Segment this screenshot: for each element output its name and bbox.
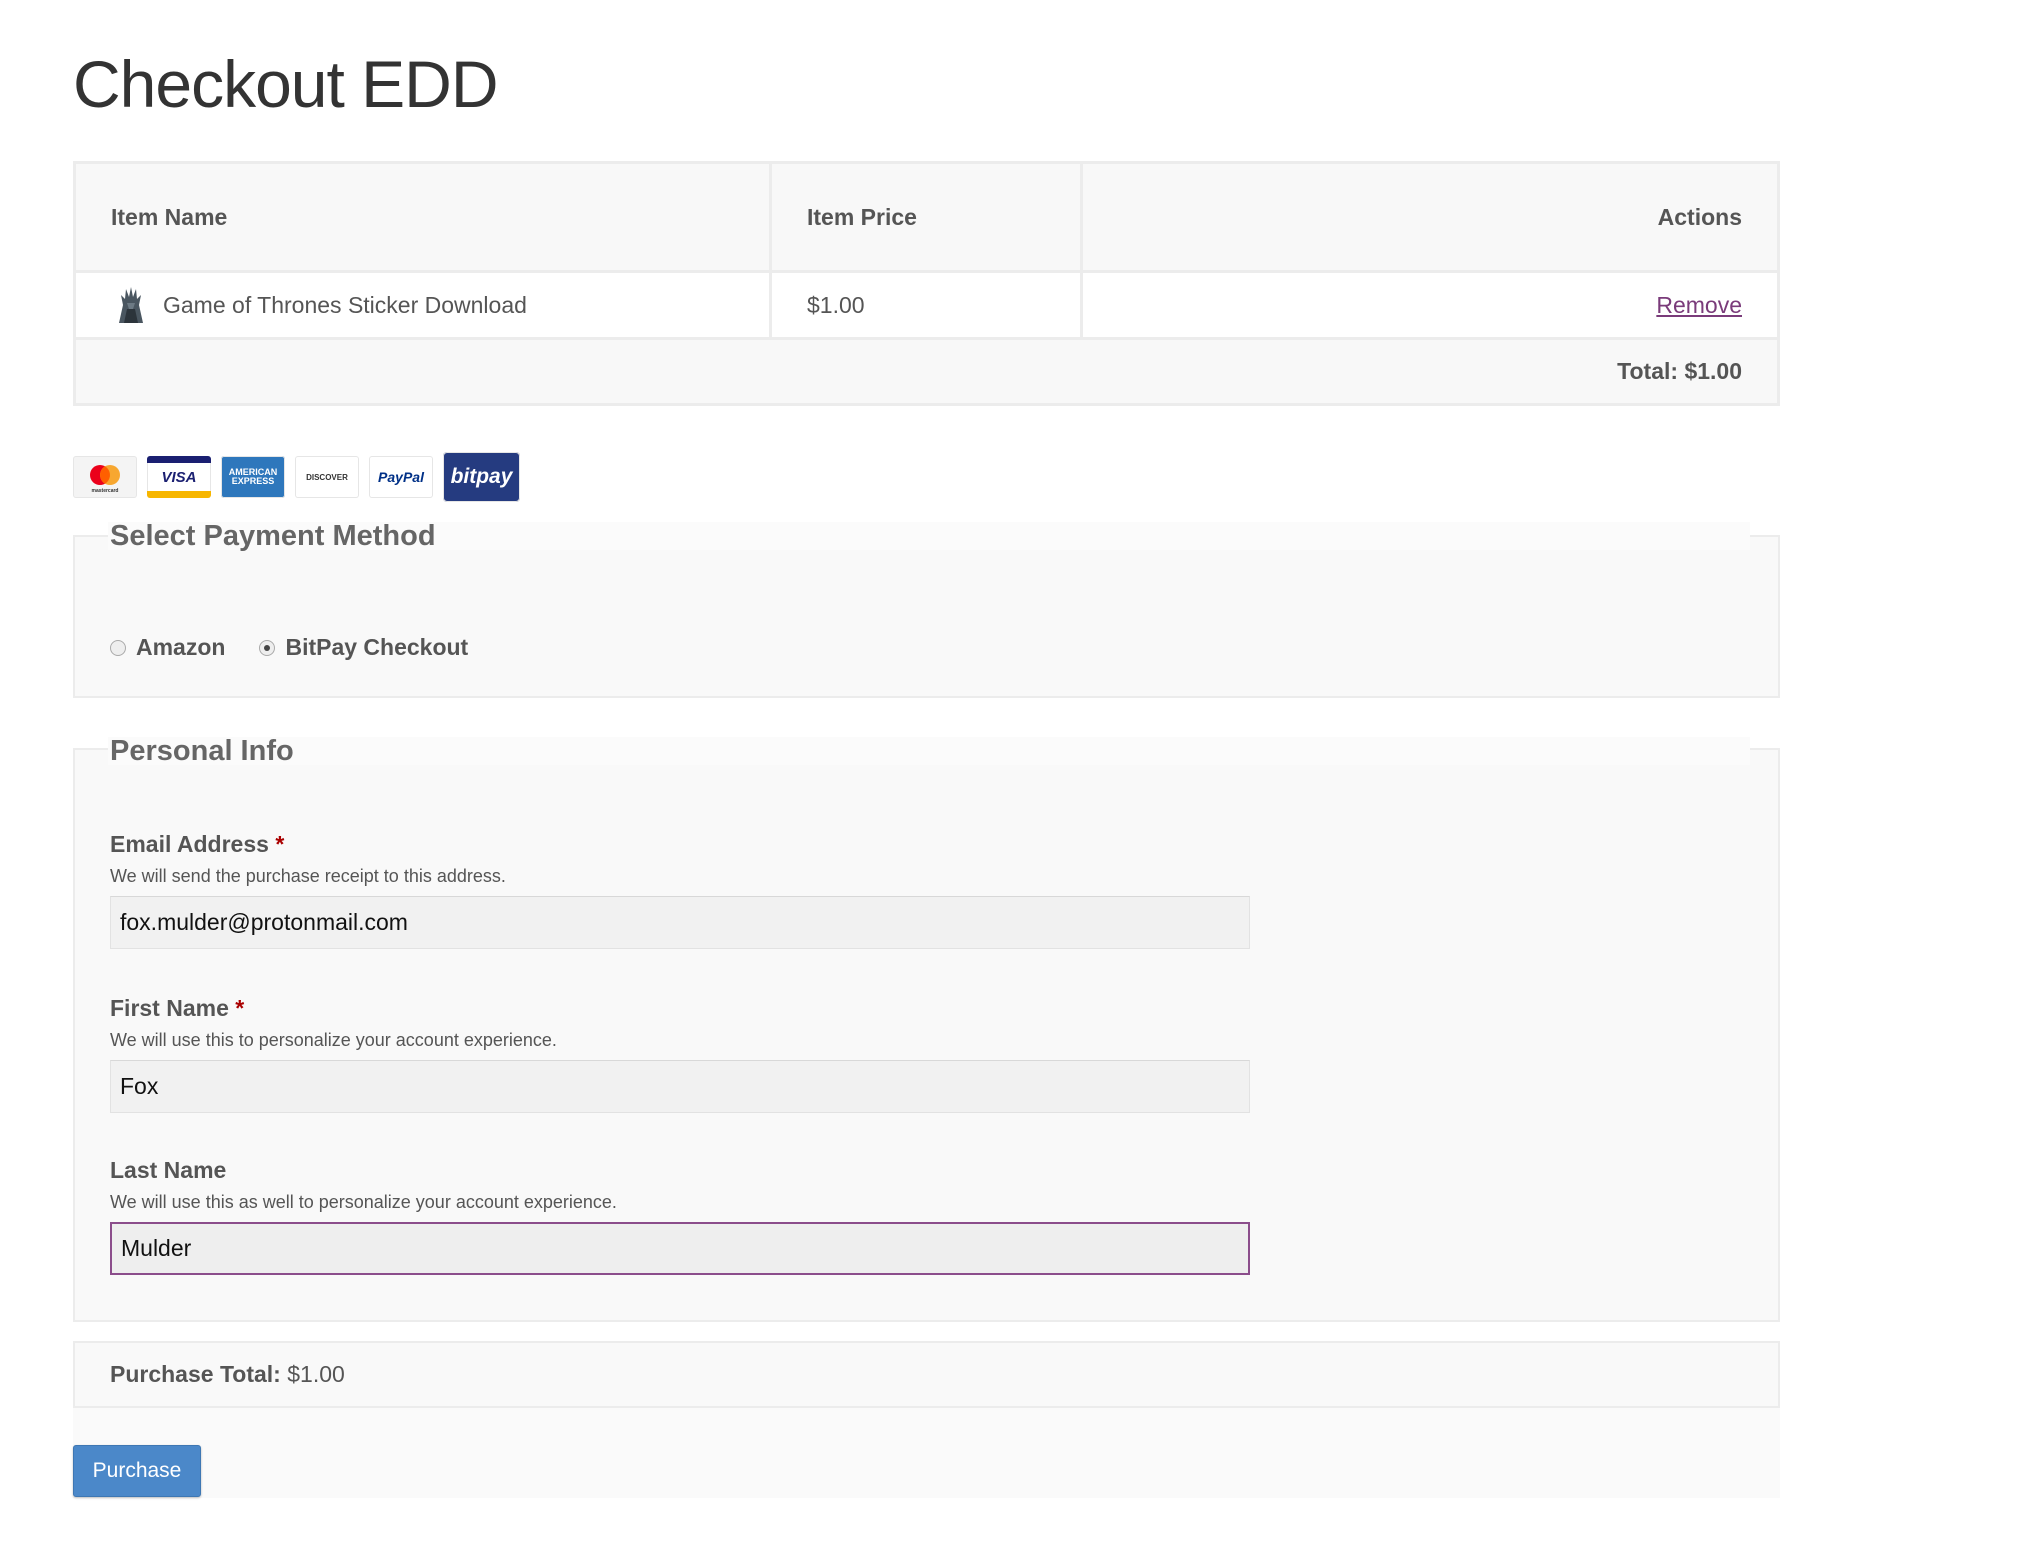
- payment-option-bitpay[interactable]: BitPay Checkout: [259, 634, 468, 661]
- visa-icon: VISA: [147, 456, 211, 498]
- email-field-group: Email Address * We will send the purchas…: [110, 831, 1250, 949]
- bitpay-radio-label: BitPay Checkout: [285, 634, 469, 660]
- personal-info-fieldset: Personal Info Email Address * We will se…: [73, 737, 1780, 1322]
- payment-option-amazon[interactable]: Amazon: [110, 634, 225, 661]
- purchase-total-value: $1.00: [287, 1361, 345, 1387]
- payment-method-legend: Select Payment Method: [108, 522, 1750, 551]
- last-name-input[interactable]: [110, 1222, 1250, 1275]
- purchase-area: Purchase: [73, 1408, 1780, 1498]
- cart-table: Item Name Item Price Actions Game of Thr…: [73, 161, 1780, 406]
- first-name-input[interactable]: [110, 1060, 1250, 1113]
- header-item-name: Item Name: [73, 161, 772, 273]
- amazon-radio-label: Amazon: [136, 634, 226, 660]
- first-name-field-group: First Name * We will use this to persona…: [110, 995, 1250, 1113]
- mastercard-label: mastercard: [92, 488, 119, 494]
- bitpay-label: bitpay: [450, 465, 513, 488]
- discover-icon: DISCOVER: [295, 456, 359, 498]
- email-required-marker: *: [275, 831, 285, 857]
- payment-method-fieldset: Select Payment Method Amazon BitPay Chec…: [73, 522, 1780, 698]
- first-name-label: First Name: [110, 995, 229, 1021]
- email-label: Email Address: [110, 831, 269, 857]
- discover-label: DISCOVER: [306, 472, 348, 482]
- bitpay-icon: bitpay: [443, 452, 520, 502]
- email-input[interactable]: [110, 896, 1250, 949]
- purchase-total-label: Purchase Total:: [110, 1361, 281, 1387]
- cart-total: Total: $1.00: [73, 337, 1780, 406]
- cart-header-row: Item Name Item Price Actions: [73, 161, 1780, 273]
- paypal-label: PayPal: [378, 469, 424, 485]
- page-title: Checkout EDD: [73, 47, 499, 121]
- header-actions: Actions: [1080, 161, 1780, 273]
- amazon-radio[interactable]: [110, 639, 126, 656]
- cart-item-name: Game of Thrones Sticker Download: [163, 291, 527, 318]
- cart-item-row: Game of Thrones Sticker Download $1.00 R…: [73, 270, 1780, 340]
- purchase-total-summary: Purchase Total: $1.00: [73, 1341, 1780, 1408]
- header-item-price: Item Price: [769, 161, 1083, 273]
- first-name-required-marker: *: [235, 995, 245, 1021]
- amex-label: AMERICAN EXPRESS: [228, 467, 278, 486]
- payment-method-options: Amazon BitPay Checkout: [110, 634, 502, 661]
- mastercard-icon: mastercard: [73, 456, 137, 498]
- last-name-label: Last Name: [110, 1157, 227, 1183]
- paypal-icon: PayPal: [369, 456, 433, 498]
- bitpay-radio[interactable]: [259, 639, 276, 656]
- cart-total-row: Total: $1.00: [73, 337, 1780, 406]
- last-name-description: We will use this as well to personalize …: [110, 1192, 617, 1212]
- iron-throne-thumbnail-icon: [111, 285, 151, 325]
- cart-item-actions-cell: Remove: [1080, 270, 1780, 340]
- visa-label: VISA: [161, 468, 197, 486]
- email-description: We will send the purchase receipt to thi…: [110, 866, 506, 886]
- amex-icon: AMERICAN EXPRESS: [221, 456, 285, 498]
- last-name-field-group: Last Name We will use this as well to pe…: [110, 1157, 1250, 1275]
- payment-icons: mastercard VISA AMERICAN EXPRESS DISCOVE…: [73, 452, 520, 502]
- cart-item-price: $1.00: [769, 270, 1083, 340]
- remove-item-link[interactable]: Remove: [1656, 292, 1742, 318]
- cart-item-name-cell: Game of Thrones Sticker Download: [73, 270, 772, 340]
- purchase-button[interactable]: Purchase: [73, 1445, 201, 1497]
- first-name-description: We will use this to personalize your acc…: [110, 1030, 557, 1050]
- personal-info-legend: Personal Info: [108, 737, 1750, 766]
